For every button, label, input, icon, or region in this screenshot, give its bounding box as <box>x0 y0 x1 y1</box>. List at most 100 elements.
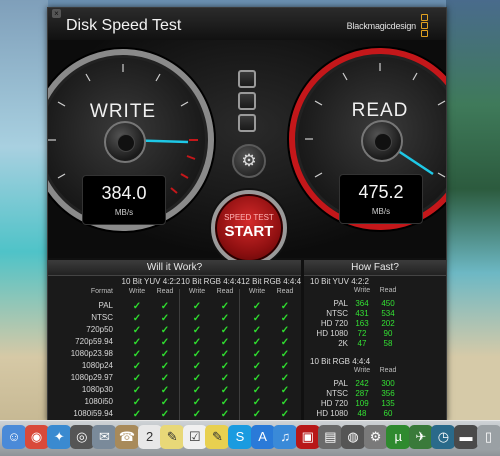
check-icon: ✓ <box>132 409 142 420</box>
write-gauge: WRITE 384.0 MB/s <box>48 49 214 231</box>
how-fast-heading: How Fast? <box>304 261 446 276</box>
notes-icon[interactable]: ✎ <box>160 425 185 449</box>
subcolumn-header: Write <box>188 288 206 295</box>
table-row: HD 720 163 202 <box>304 319 446 329</box>
group-header: 10 Bit RGB 4:4:4 <box>180 277 242 286</box>
reminders-icon[interactable]: ☑ <box>182 425 207 449</box>
dock: ☺ ◉ ✦ ◎ ✉ ☎ 2 ✎ ☑ ✎ S A ♫ ▣ ▤ ◍ ⚙ µ ✈ ◷ ▬ ▯ <box>0 420 500 456</box>
check-icon: ✓ <box>280 301 290 312</box>
dash-icon[interactable]: ✈ <box>408 425 433 449</box>
check-icon: ✓ <box>220 349 230 360</box>
subcolumn-header: Write <box>128 288 146 295</box>
write-fps-value: 109 <box>355 399 369 408</box>
how-fast-panel: How Fast? 10 Bit YUV 4:2:2 Write Read PAL 36… <box>304 260 446 421</box>
resolution-name: 2K <box>338 339 348 348</box>
disk-speed-test-window: × Disk Speed Test Blackmagicdesign WRITE… <box>47 7 447 422</box>
table-row: 720p59.94 ✓ ✓ ✓ ✓ ✓ ✓ <box>48 337 301 349</box>
table-row: PAL 242 300 <box>304 379 446 389</box>
write-fps-value: 163 <box>355 319 369 328</box>
subcolumn-header: Read <box>379 287 397 294</box>
check-icon: ✓ <box>280 349 290 360</box>
table-row: PAL ✓ ✓ ✓ ✓ ✓ ✓ <box>48 301 301 313</box>
contacts-icon[interactable]: ☎ <box>115 425 139 449</box>
write-fps-value: 47 <box>357 339 367 348</box>
resolution-name: HD 1080 <box>316 409 348 418</box>
preview-icon[interactable]: ▤ <box>318 425 343 449</box>
format-name: 1080p30 <box>81 385 113 394</box>
resolution-name: NTSC <box>326 309 348 318</box>
check-icon: ✓ <box>252 361 262 372</box>
format-button-2[interactable] <box>238 92 256 110</box>
read-fps-value: 60 <box>383 409 393 418</box>
folder-icon[interactable]: ▬ <box>454 425 478 449</box>
itunes-icon[interactable]: ♫ <box>273 425 298 449</box>
photo-icon[interactable]: ◎ <box>69 425 94 449</box>
subcolumn-header: Read <box>276 288 294 295</box>
start-button-label: START <box>224 223 274 240</box>
trash-icon[interactable]: ▯ <box>476 425 500 449</box>
start-button[interactable]: SPEED TEST START <box>211 190 287 266</box>
safari-icon[interactable]: ✦ <box>47 425 72 449</box>
check-icon: ✓ <box>192 325 202 336</box>
check-icon: ✓ <box>160 349 170 360</box>
appstore-icon[interactable]: A <box>250 425 275 449</box>
check-icon: ✓ <box>280 337 290 348</box>
chrome-icon[interactable]: ◉ <box>24 425 49 449</box>
calendar-icon[interactable]: 2 <box>137 425 162 449</box>
utorrent-icon[interactable]: µ <box>386 425 411 449</box>
check-icon: ✓ <box>252 313 262 324</box>
read-fps-value: 202 <box>381 319 395 328</box>
mail-icon[interactable]: ✉ <box>92 425 117 449</box>
camera-icon[interactable]: ◍ <box>341 425 365 449</box>
check-icon: ✓ <box>280 313 290 324</box>
format-name: 1080p29.97 <box>70 373 113 382</box>
check-icon: ✓ <box>132 325 142 336</box>
timemachine-icon[interactable]: ◷ <box>431 425 456 449</box>
table-row: 1080i50 ✓ ✓ ✓ ✓ ✓ ✓ <box>48 397 301 409</box>
table-row: HD 720 109 135 <box>304 399 446 409</box>
check-icon: ✓ <box>192 397 202 408</box>
check-icon: ✓ <box>252 349 262 360</box>
subcolumn-header: Write <box>248 288 266 295</box>
read-gauge-hub <box>361 120 403 162</box>
check-icon: ✓ <box>160 409 170 420</box>
settings-button[interactable]: ⚙ <box>232 144 266 178</box>
section-header: 10 Bit YUV 4:2:2 <box>310 277 369 286</box>
check-icon: ✓ <box>132 397 142 408</box>
table-row: 2K 47 58 <box>304 339 446 349</box>
check-icon: ✓ <box>280 325 290 336</box>
check-icon: ✓ <box>252 409 262 420</box>
read-fps-value: 58 <box>383 339 393 348</box>
photobooth-icon[interactable]: ▣ <box>295 425 320 449</box>
brand-logo-icon <box>421 14 428 37</box>
check-icon: ✓ <box>192 361 202 372</box>
title-bar[interactable]: × Disk Speed Test Blackmagicdesign <box>48 8 446 40</box>
read-speed-unit: MB/s <box>371 207 391 216</box>
table-row: 720p50 ✓ ✓ ✓ ✓ ✓ ✓ <box>48 325 301 337</box>
write-speed-unit: MB/s <box>114 208 134 217</box>
read-fps-value: 356 <box>381 389 395 398</box>
check-icon: ✓ <box>220 325 230 336</box>
format-button-3[interactable] <box>238 114 256 132</box>
format-name: NTSC <box>91 313 113 322</box>
table-row: 1080p23.98 ✓ ✓ ✓ ✓ ✓ ✓ <box>48 349 301 361</box>
check-icon: ✓ <box>280 385 290 396</box>
finder-icon[interactable]: ☺ <box>2 425 26 449</box>
read-speed-readout: 475.2 MB/s <box>339 174 423 224</box>
read-fps-value: 90 <box>383 329 393 338</box>
check-icon: ✓ <box>280 397 290 408</box>
skype-icon[interactable]: S <box>228 425 252 449</box>
group-header: 10 Bit YUV 4:2:2 <box>121 277 181 286</box>
write-fps-value: 364 <box>355 299 369 308</box>
format-name: 720p59.94 <box>75 337 113 346</box>
write-fps-value: 287 <box>355 389 369 398</box>
format-button-1[interactable] <box>238 70 256 88</box>
check-icon: ✓ <box>192 337 202 348</box>
close-button[interactable]: × <box>52 9 61 18</box>
check-icon: ✓ <box>220 337 230 348</box>
syspref-icon[interactable]: ⚙ <box>363 425 388 449</box>
write-speed-value: 384.0 <box>101 183 147 203</box>
check-icon: ✓ <box>132 349 142 360</box>
format-header: Format <box>90 288 113 295</box>
stickies-icon[interactable]: ✎ <box>205 425 230 449</box>
